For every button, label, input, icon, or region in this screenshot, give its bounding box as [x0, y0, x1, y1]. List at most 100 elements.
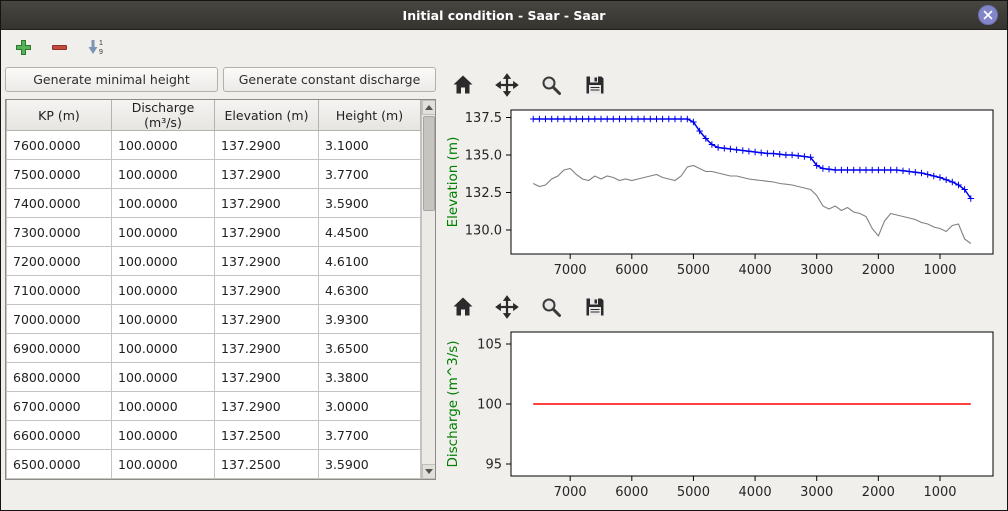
table-cell[interactable]: 3.1000 [319, 131, 421, 160]
column-header[interactable]: Discharge (m³/s) [112, 100, 215, 131]
table-cell[interactable]: 137.2500 [215, 421, 319, 450]
table-cell[interactable]: 100.0000 [112, 160, 215, 189]
table-row[interactable]: 6800.0000100.0000137.29003.3800 [7, 363, 421, 392]
scroll-up-button[interactable] [422, 100, 436, 115]
table-row[interactable]: 6700.0000100.0000137.29003.0000 [7, 392, 421, 421]
window: Initial condition - Saar - Saar 1 9 [0, 0, 1008, 511]
scrollbar-thumb[interactable] [423, 116, 435, 211]
discharge-save-button[interactable] [581, 293, 609, 321]
table-cell[interactable]: 7300.0000 [7, 218, 112, 247]
table-row[interactable]: 6900.0000100.0000137.29003.6500 [7, 334, 421, 363]
table-cell[interactable]: 100.0000 [112, 421, 215, 450]
y-tick-label: 100 [477, 398, 502, 413]
table-row[interactable]: 7400.0000100.0000137.29003.5900 [7, 189, 421, 218]
table-cell[interactable]: 100.0000 [112, 363, 215, 392]
plot-area[interactable] [511, 110, 993, 254]
table-body: 7600.0000100.0000137.29003.10007500.0000… [7, 131, 421, 479]
vertical-scrollbar[interactable] [421, 100, 436, 479]
table-cell[interactable]: 4.6300 [319, 276, 421, 305]
elevation-save-button[interactable] [581, 71, 609, 99]
sort-button[interactable]: 1 9 [85, 36, 109, 58]
elevation-pan-button[interactable] [493, 71, 521, 99]
table-cell[interactable]: 137.2900 [215, 392, 319, 421]
table-row[interactable]: 7300.0000100.0000137.29004.4500 [7, 218, 421, 247]
table-cell[interactable]: 137.2900 [215, 334, 319, 363]
scroll-down-button[interactable] [422, 464, 436, 479]
discharge-home-button[interactable] [449, 293, 477, 321]
table-cell[interactable]: 137.2900 [215, 218, 319, 247]
table-row[interactable]: 6600.0000100.0000137.25003.7700 [7, 421, 421, 450]
table-cell[interactable]: 7200.0000 [7, 247, 112, 276]
table-cell[interactable]: 6600.0000 [7, 421, 112, 450]
elevation-chart[interactable]: 7000600050004000300020001000130.0132.513… [441, 104, 1003, 288]
discharge-zoom-button[interactable] [537, 293, 565, 321]
remove-row-button[interactable] [49, 37, 70, 58]
table-cell[interactable]: 6700.0000 [7, 392, 112, 421]
save-icon [583, 73, 607, 97]
table-cell[interactable]: 137.2900 [215, 305, 319, 334]
table-cell[interactable]: 100.0000 [112, 247, 215, 276]
table-cell[interactable]: 7100.0000 [7, 276, 112, 305]
table-cell[interactable]: 7600.0000 [7, 131, 112, 160]
elevation-home-button[interactable] [449, 71, 477, 99]
elevation-zoom-button[interactable] [537, 71, 565, 99]
generate-constant-discharge-button[interactable]: Generate constant discharge [223, 67, 436, 92]
table-row[interactable]: 7500.0000100.0000137.29003.7700 [7, 160, 421, 189]
column-header[interactable]: KP (m) [7, 100, 112, 131]
table-row[interactable]: 7100.0000100.0000137.29004.6300 [7, 276, 421, 305]
sort-ascending-icon: 1 9 [87, 38, 107, 56]
x-tick-label: 6000 [615, 263, 648, 278]
table-cell[interactable]: 137.2900 [215, 189, 319, 218]
table-cell[interactable]: 7000.0000 [7, 305, 112, 334]
table-row[interactable]: 7000.0000100.0000137.29003.9300 [7, 305, 421, 334]
table-cell[interactable]: 137.2900 [215, 160, 319, 189]
table-cell[interactable]: 100.0000 [112, 131, 215, 160]
table-cell[interactable]: 3.6500 [319, 334, 421, 363]
close-button[interactable] [978, 5, 998, 25]
table-cell[interactable]: 3.0000 [319, 392, 421, 421]
table-cell[interactable]: 6500.0000 [7, 450, 112, 479]
table-row[interactable]: 7600.0000100.0000137.29003.1000 [7, 131, 421, 160]
x-tick-label: 1000 [923, 263, 956, 278]
table-cell[interactable]: 6800.0000 [7, 363, 112, 392]
column-header[interactable]: Elevation (m) [215, 100, 319, 131]
table-cell[interactable]: 137.2900 [215, 247, 319, 276]
table-cell[interactable]: 3.3800 [319, 363, 421, 392]
column-header[interactable]: Height (m) [319, 100, 421, 131]
table-cell[interactable]: 100.0000 [112, 334, 215, 363]
x-tick-label: 7000 [554, 485, 587, 500]
y-axis-label: Elevation (m) [445, 137, 461, 228]
x-tick-label: 5000 [677, 263, 710, 278]
table-cell[interactable]: 4.4500 [319, 218, 421, 247]
table-cell[interactable]: 3.9300 [319, 305, 421, 334]
table-row[interactable]: 6500.0000100.0000137.25003.5900 [7, 450, 421, 479]
table-cell[interactable]: 7400.0000 [7, 189, 112, 218]
y-tick-label: 132.5 [465, 186, 502, 201]
table-cell[interactable]: 3.5900 [319, 450, 421, 479]
table-cell[interactable]: 3.5900 [319, 189, 421, 218]
add-row-button[interactable] [13, 37, 34, 58]
y-axis-label: Discharge (m^3/s) [445, 340, 461, 467]
table-cell[interactable]: 100.0000 [112, 392, 215, 421]
table-cell[interactable]: 6900.0000 [7, 334, 112, 363]
table-cell[interactable]: 137.2500 [215, 450, 319, 479]
elevation-plot-toolbar [441, 66, 1003, 104]
table-cell[interactable]: 100.0000 [112, 276, 215, 305]
table-cell[interactable]: 100.0000 [112, 450, 215, 479]
discharge-chart[interactable]: 700060005000400030002000100095100105Disc… [441, 326, 1003, 510]
table-cell[interactable]: 137.2900 [215, 363, 319, 392]
table-cell[interactable]: 137.2900 [215, 276, 319, 305]
discharge-pan-button[interactable] [493, 293, 521, 321]
table-cell[interactable]: 100.0000 [112, 189, 215, 218]
table-cell[interactable]: 3.7700 [319, 421, 421, 450]
scrollbar-track[interactable] [422, 115, 436, 464]
table-cell[interactable]: 7500.0000 [7, 160, 112, 189]
titlebar[interactable]: Initial condition - Saar - Saar [1, 1, 1007, 30]
table-cell[interactable]: 4.6100 [319, 247, 421, 276]
table-row[interactable]: 7200.0000100.0000137.29004.6100 [7, 247, 421, 276]
table-cell[interactable]: 137.2900 [215, 131, 319, 160]
table-cell[interactable]: 100.0000 [112, 305, 215, 334]
generate-minimal-height-button[interactable]: Generate minimal height [5, 67, 218, 92]
table-cell[interactable]: 100.0000 [112, 218, 215, 247]
table-cell[interactable]: 3.7700 [319, 160, 421, 189]
